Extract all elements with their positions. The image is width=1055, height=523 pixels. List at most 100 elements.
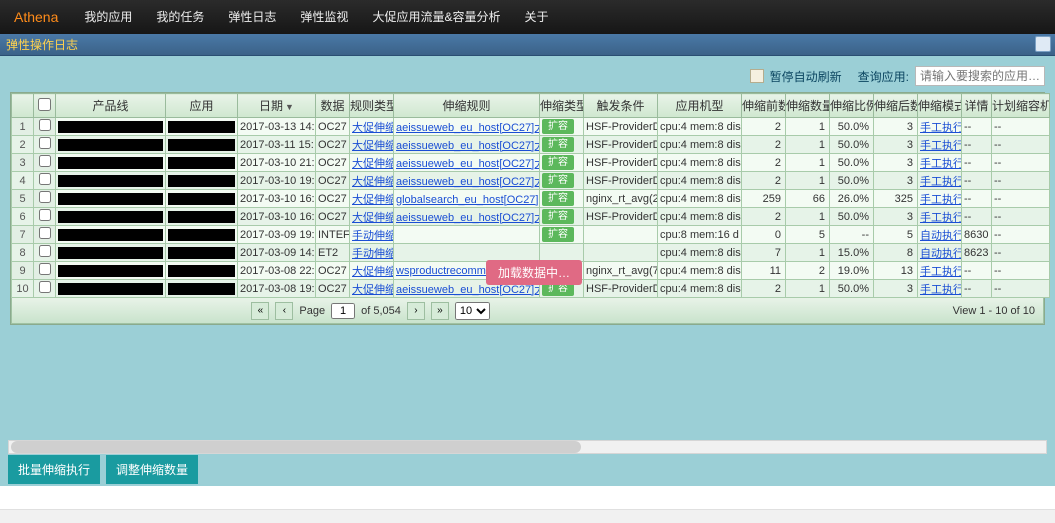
col-after[interactable]: 伸缩后数 [874,94,918,118]
mode-link[interactable]: 手工执行 [920,284,962,296]
sort-desc-icon: ▼ [285,102,294,112]
rule-link[interactable]: aeissueweb_eu_host[OC27]大促 [396,212,540,224]
col-dc[interactable]: 数据 [316,94,350,118]
ruletype-link[interactable]: 大促伸缩 [352,194,394,206]
col-count[interactable]: 伸缩数量 [786,94,830,118]
cell-detail: 8630 [962,226,992,244]
rule-link[interactable]: aeissueweb_eu_host[OC27]大促 [396,176,540,188]
redacted-bar [168,193,235,205]
pager-last-button[interactable]: » [431,302,449,320]
col-ruletype[interactable]: 规则类型 [350,94,394,118]
mode-link[interactable]: 自动执行 [920,230,962,242]
cell-plan: -- [992,172,1050,190]
select-all-checkbox[interactable] [38,98,51,111]
row-checkbox[interactable] [39,245,51,257]
row-checkbox[interactable] [39,263,51,275]
mode-link[interactable]: 自动执行 [920,248,962,260]
row-checkbox[interactable] [39,155,51,167]
ruletype-link[interactable]: 大促伸缩 [352,176,394,188]
col-date[interactable]: 日期▼ [238,94,316,118]
ruletype-link[interactable]: 大促伸缩 [352,158,394,170]
cell-dc: INTEF [316,226,350,244]
pager-of-label: of 5,054 [361,305,401,317]
nav-myapps[interactable]: 我的应用 [72,0,144,34]
row-checkbox[interactable] [39,191,51,203]
pause-auto-refresh-checkbox[interactable] [750,69,764,83]
mode-link[interactable]: 手工执行 [920,176,962,188]
table-row[interactable]: 5 2017-03-10 16: OC27 大促伸缩 globalsearch_… [12,190,1050,208]
mode-link[interactable]: 手工执行 [920,266,962,278]
col-select-all[interactable] [34,94,56,118]
pager-first-button[interactable]: « [251,302,269,320]
row-checkbox-cell [34,244,56,262]
col-rownum[interactable] [12,94,34,118]
adjust-scale-button[interactable]: 调整伸缩数量 [106,455,198,484]
row-checkbox[interactable] [39,137,51,149]
mode-link[interactable]: 手工执行 [920,194,962,206]
col-machinetype[interactable]: 应用机型 [658,94,742,118]
row-checkbox[interactable] [39,173,51,185]
col-product[interactable]: 产品线 [56,94,166,118]
batch-scale-button[interactable]: 批量伸缩执行 [8,455,100,484]
rule-link[interactable]: aeissueweb_eu_host[OC27]大促 [396,284,540,296]
row-checkbox[interactable] [39,209,51,221]
col-detail[interactable]: 详情 [962,94,992,118]
table-row[interactable]: 6 2017-03-10 16: OC27 大促伸缩 aeissueweb_eu… [12,208,1050,226]
redacted-bar [58,121,163,133]
col-app[interactable]: 应用 [166,94,238,118]
redacted-bar [168,247,235,259]
mode-link[interactable]: 手工执行 [920,158,962,170]
col-ratio[interactable]: 伸缩比例 [830,94,874,118]
cell-mode: 手工执行 [918,280,962,298]
pager-size-select[interactable]: 10 [455,302,490,320]
nav-elastic-log[interactable]: 弹性日志 [216,0,288,34]
redacted-bar [58,139,163,151]
mode-link[interactable]: 手工执行 [920,140,962,152]
pager-next-button[interactable]: › [407,302,425,320]
col-scaletype[interactable]: 伸缩类型 [540,94,584,118]
col-mode[interactable]: 伸缩模式 [918,94,962,118]
nav-elastic-monitor[interactable]: 弹性监视 [288,0,360,34]
row-checkbox[interactable] [39,227,51,239]
cell-date: 2017-03-10 21: [238,154,316,172]
col-rule[interactable]: 伸缩规则 [394,94,540,118]
col-trigger[interactable]: 触发条件 [584,94,658,118]
redacted-bar [58,157,163,169]
pager-prev-button[interactable]: ‹ [275,302,293,320]
rule-link[interactable]: aeissueweb_eu_host[OC27]大促 [396,158,540,170]
table-row[interactable]: 4 2017-03-10 19: OC27 大促伸缩 aeissueweb_eu… [12,172,1050,190]
cell-mode: 手工执行 [918,190,962,208]
col-plan[interactable]: 计划缩容机器 [992,94,1050,118]
window-horizontal-scrollbar[interactable] [0,509,1055,523]
ruletype-link[interactable]: 大促伸缩 [352,140,394,152]
table-row[interactable]: 1 2017-03-13 14: OC27 大促伸缩 aeissueweb_eu… [12,118,1050,136]
search-input[interactable] [915,66,1045,86]
rule-link[interactable]: aeissueweb_eu_host[OC27]大促 [396,122,540,134]
nav-about[interactable]: 关于 [512,0,560,34]
cell-product [56,118,166,136]
table-row[interactable]: 2 2017-03-11 15: OC27 大促伸缩 aeissueweb_eu… [12,136,1050,154]
row-checkbox[interactable] [39,281,51,293]
refresh-icon[interactable] [1035,36,1051,52]
table-row[interactable]: 8 2017-03-09 14: ET2 手动伸缩 cpu:4 mem:8 di… [12,244,1050,262]
ruletype-link[interactable]: 大促伸缩 [352,122,394,134]
rule-link[interactable]: globalsearch_eu_host[OC27]大 [396,194,540,206]
ruletype-link[interactable]: 大促伸缩 [352,284,394,296]
mode-link[interactable]: 手工执行 [920,212,962,224]
grid-horizontal-scrollbar[interactable] [8,440,1047,454]
row-checkbox[interactable] [39,119,51,131]
pager-page-input[interactable] [331,303,355,319]
nav-promo-analysis[interactable]: 大促应用流量&容量分析 [360,0,512,34]
rule-link[interactable]: aeissueweb_eu_host[OC27]大促 [396,140,540,152]
ruletype-link[interactable]: 手动伸缩 [352,230,394,242]
col-before[interactable]: 伸缩前数 [742,94,786,118]
ruletype-link[interactable]: 手动伸缩 [352,248,394,260]
nav-mytasks[interactable]: 我的任务 [144,0,216,34]
redacted-bar [58,229,163,241]
mode-link[interactable]: 手工执行 [920,122,962,134]
ruletype-link[interactable]: 大促伸缩 [352,212,394,224]
ruletype-link[interactable]: 大促伸缩 [352,266,394,278]
cell-ruletype: 大促伸缩 [350,208,394,226]
table-row[interactable]: 3 2017-03-10 21: OC27 大促伸缩 aeissueweb_eu… [12,154,1050,172]
table-row[interactable]: 7 2017-03-09 19: INTEF 手动伸缩 扩容 cpu:8 mem… [12,226,1050,244]
